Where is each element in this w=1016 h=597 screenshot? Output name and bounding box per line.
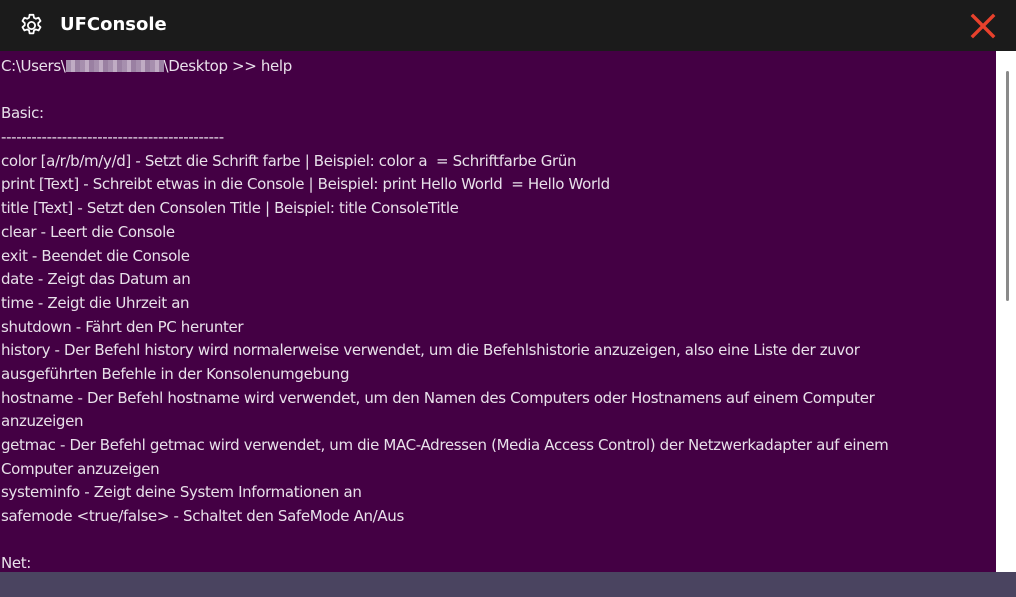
window-title: UFConsole bbox=[60, 14, 167, 35]
console-line: clear - Leert die Console bbox=[1, 222, 175, 241]
close-icon bbox=[970, 13, 996, 39]
console-line: print [Text] - Schreibt etwas in die Con… bbox=[1, 175, 610, 194]
console-line: exit - Beendet die Console bbox=[1, 246, 190, 265]
console-line: time - Zeigt die Uhrzeit an bbox=[1, 293, 190, 312]
console-line: Basic: bbox=[1, 104, 44, 123]
gear-icon[interactable] bbox=[18, 12, 45, 39]
console-line: color [a/r/b/m/y/d] - Setzt die Schrift … bbox=[1, 151, 577, 170]
prompt-suffix: \Desktop >> help bbox=[163, 57, 293, 75]
scrollbar-thumb[interactable] bbox=[1006, 71, 1009, 301]
console-line: date - Zeigt das Datum an bbox=[1, 270, 191, 289]
console-line: title [Text] - Setzt den Consolen Title … bbox=[1, 199, 459, 218]
console-line: Net: bbox=[1, 554, 31, 572]
console-line: ausgeführten Befehle in der Konsolenumge… bbox=[1, 364, 350, 383]
console-text: C:\Users\ \Desktop >> help Basic: --------… bbox=[0, 51, 996, 572]
title-bar[interactable]: UFConsole bbox=[0, 0, 1016, 51]
console-line: Computer anzuzeigen bbox=[1, 459, 160, 478]
footer-bar bbox=[0, 572, 1016, 597]
console-line: systeminfo - Zeigt deine System Informat… bbox=[1, 483, 362, 502]
vertical-scrollbar[interactable] bbox=[996, 51, 1016, 572]
console-line: history - Der Befehl history wird normal… bbox=[1, 341, 860, 360]
redacted-username bbox=[65, 60, 164, 72]
console-line: shutdown - Fährt den PC herunter bbox=[1, 317, 244, 336]
console-line: ----------------------------------------… bbox=[1, 128, 224, 147]
prompt-line: C:\Users\ \Desktop >> help bbox=[1, 55, 996, 79]
prompt-prefix: C:\Users\ bbox=[1, 57, 66, 75]
console-line: getmac - Der Befehl getmac wird verwende… bbox=[1, 436, 889, 454]
console-line: safemode <true/false> - Schaltet den Saf… bbox=[1, 507, 404, 526]
close-button[interactable] bbox=[962, 8, 1004, 44]
console-window: UFConsole C:\Users\ \Desktop >> help Basi… bbox=[0, 0, 1016, 597]
console-output[interactable]: C:\Users\ \Desktop >> help Basic: --------… bbox=[0, 51, 996, 572]
console-line: anzuzeigen bbox=[1, 412, 84, 431]
console-line: hostname - Der Befehl hostname wird verw… bbox=[1, 388, 875, 407]
